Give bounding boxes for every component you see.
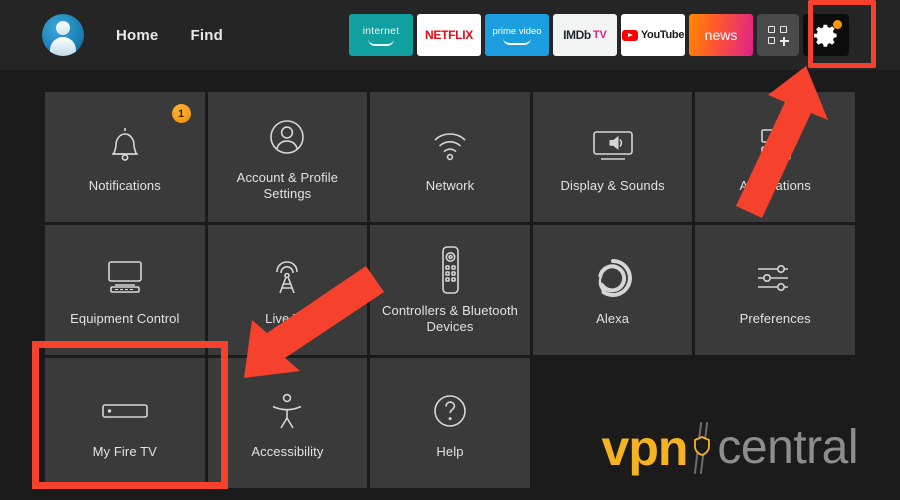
app-tile-prime-video[interactable]: prime video [485,14,549,56]
settings-tile-live-tv[interactable]: Live TV [207,225,368,355]
settings-tile-account-profile-settings-label: Account & Profile Settings [236,170,339,201]
settings-tile-network[interactable]: Network [370,92,530,222]
settings-tile-alexa[interactable]: Alexa [532,225,693,355]
app-tile-news[interactable]: news [689,14,753,56]
settings-tile-my-fire-tv[interactable]: My Fire TV [45,358,205,488]
settings-tile-applications-label: Applications [739,178,811,193]
settings-tile-account-profile-settings[interactable]: Account & Profile Settings [207,92,368,222]
settings-tile-accessibility[interactable]: Accessibility [207,358,368,488]
settings-tile-equipment-control[interactable]: Equipment Control [45,225,205,355]
accessibility-icon [264,384,310,438]
settings-notification-dot [833,20,842,29]
settings-gear-button[interactable] [803,14,849,56]
settings-tile-help-label: Help [436,444,464,459]
amazon-smile-icon [503,38,531,45]
nav-item-find[interactable]: Find [190,27,222,44]
app-tile-netflix[interactable]: NETFLIX [417,14,481,56]
tv-speaker-icon [587,118,639,172]
settings-tile-display-sounds-label: Display & Sounds [560,178,665,193]
tv-soundbar-icon [99,251,151,305]
nav-item-home[interactable]: Home [116,27,158,44]
app-tile-internet-label: internet [362,24,400,37]
settings-tile-help[interactable]: Help [370,358,530,488]
watermark-central-text: central [717,421,858,474]
person-circle-icon [264,110,310,164]
app-shortcut-row: internet NETFLIX prime video IMDb TV You… [349,14,849,56]
settings-tile-controllers-bluetooth-devices[interactable]: Controllers & Bluetooth Devices [370,225,530,355]
avatar-body [50,37,76,56]
app-tile-imdb-tv[interactable]: IMDb TV [553,14,617,56]
settings-tile-accessibility-label: Accessibility [251,444,324,459]
settings-tile-network-label: Network [425,178,475,193]
settings-tile-notifications-label: Notifications [88,178,161,193]
vpncentral-watermark: vpn central [602,420,858,476]
watermark-vpn-text: vpn [601,420,689,476]
settings-tile-alexa-label: Alexa [596,311,630,326]
settings-tile-notifications[interactable]: Notifications 1 [45,92,205,222]
settings-tile-display-sounds[interactable]: Display & Sounds [532,92,693,222]
amazon-smile-icon [368,39,394,46]
sliders-icon [750,251,800,305]
applications-icon [752,118,798,172]
app-tile-imdb-label: IMDb [563,28,591,42]
app-tile-netflix-label: NETFLIX [425,28,473,42]
settings-tile-controllers-bluetooth-devices-label: Controllers & Bluetooth Devices [382,303,518,334]
shield-icon [694,436,711,456]
app-tile-news-label: news [704,27,738,43]
grid-plus-icon [767,25,789,46]
nav-left-group: Home Find [0,14,223,56]
app-tile-prime-video-label: prime video [492,25,542,37]
fire-tv-stick-icon [97,384,153,438]
antenna-icon [264,251,310,305]
app-tile-imdb-tv-suffix: TV [592,29,607,41]
settings-tile-my-fire-tv-label: My Fire TV [92,444,157,459]
settings-tile-preferences[interactable]: Preferences [695,225,855,355]
alexa-ring-icon [590,251,636,305]
bell-icon [102,118,148,172]
app-tile-internet[interactable]: internet [349,14,413,56]
top-navigation-bar: Home Find internet NETFLIX prime video I… [0,0,900,70]
settings-tile-preferences-label: Preferences [739,311,811,326]
settings-tile-equipment-control-label: Equipment Control [70,311,180,326]
question-circle-icon [427,384,473,438]
avatar-head [56,21,70,35]
remote-icon [435,243,465,297]
notifications-count-badge: 1 [171,104,191,123]
wifi-icon [427,118,473,172]
app-tile-youtube[interactable]: YouTube [621,14,685,56]
watermark-shield-separator [689,420,715,476]
settings-tile-live-tv-label: Live TV [265,311,310,326]
app-tile-youtube-label: YouTube [640,29,685,41]
fire-tv-settings-screen: Home Find internet NETFLIX prime video I… [0,0,900,500]
profile-avatar[interactable] [42,14,84,56]
settings-tile-applications[interactable]: Applications [695,92,855,222]
app-grid-add-button[interactable] [757,14,799,56]
youtube-play-icon [621,29,638,41]
